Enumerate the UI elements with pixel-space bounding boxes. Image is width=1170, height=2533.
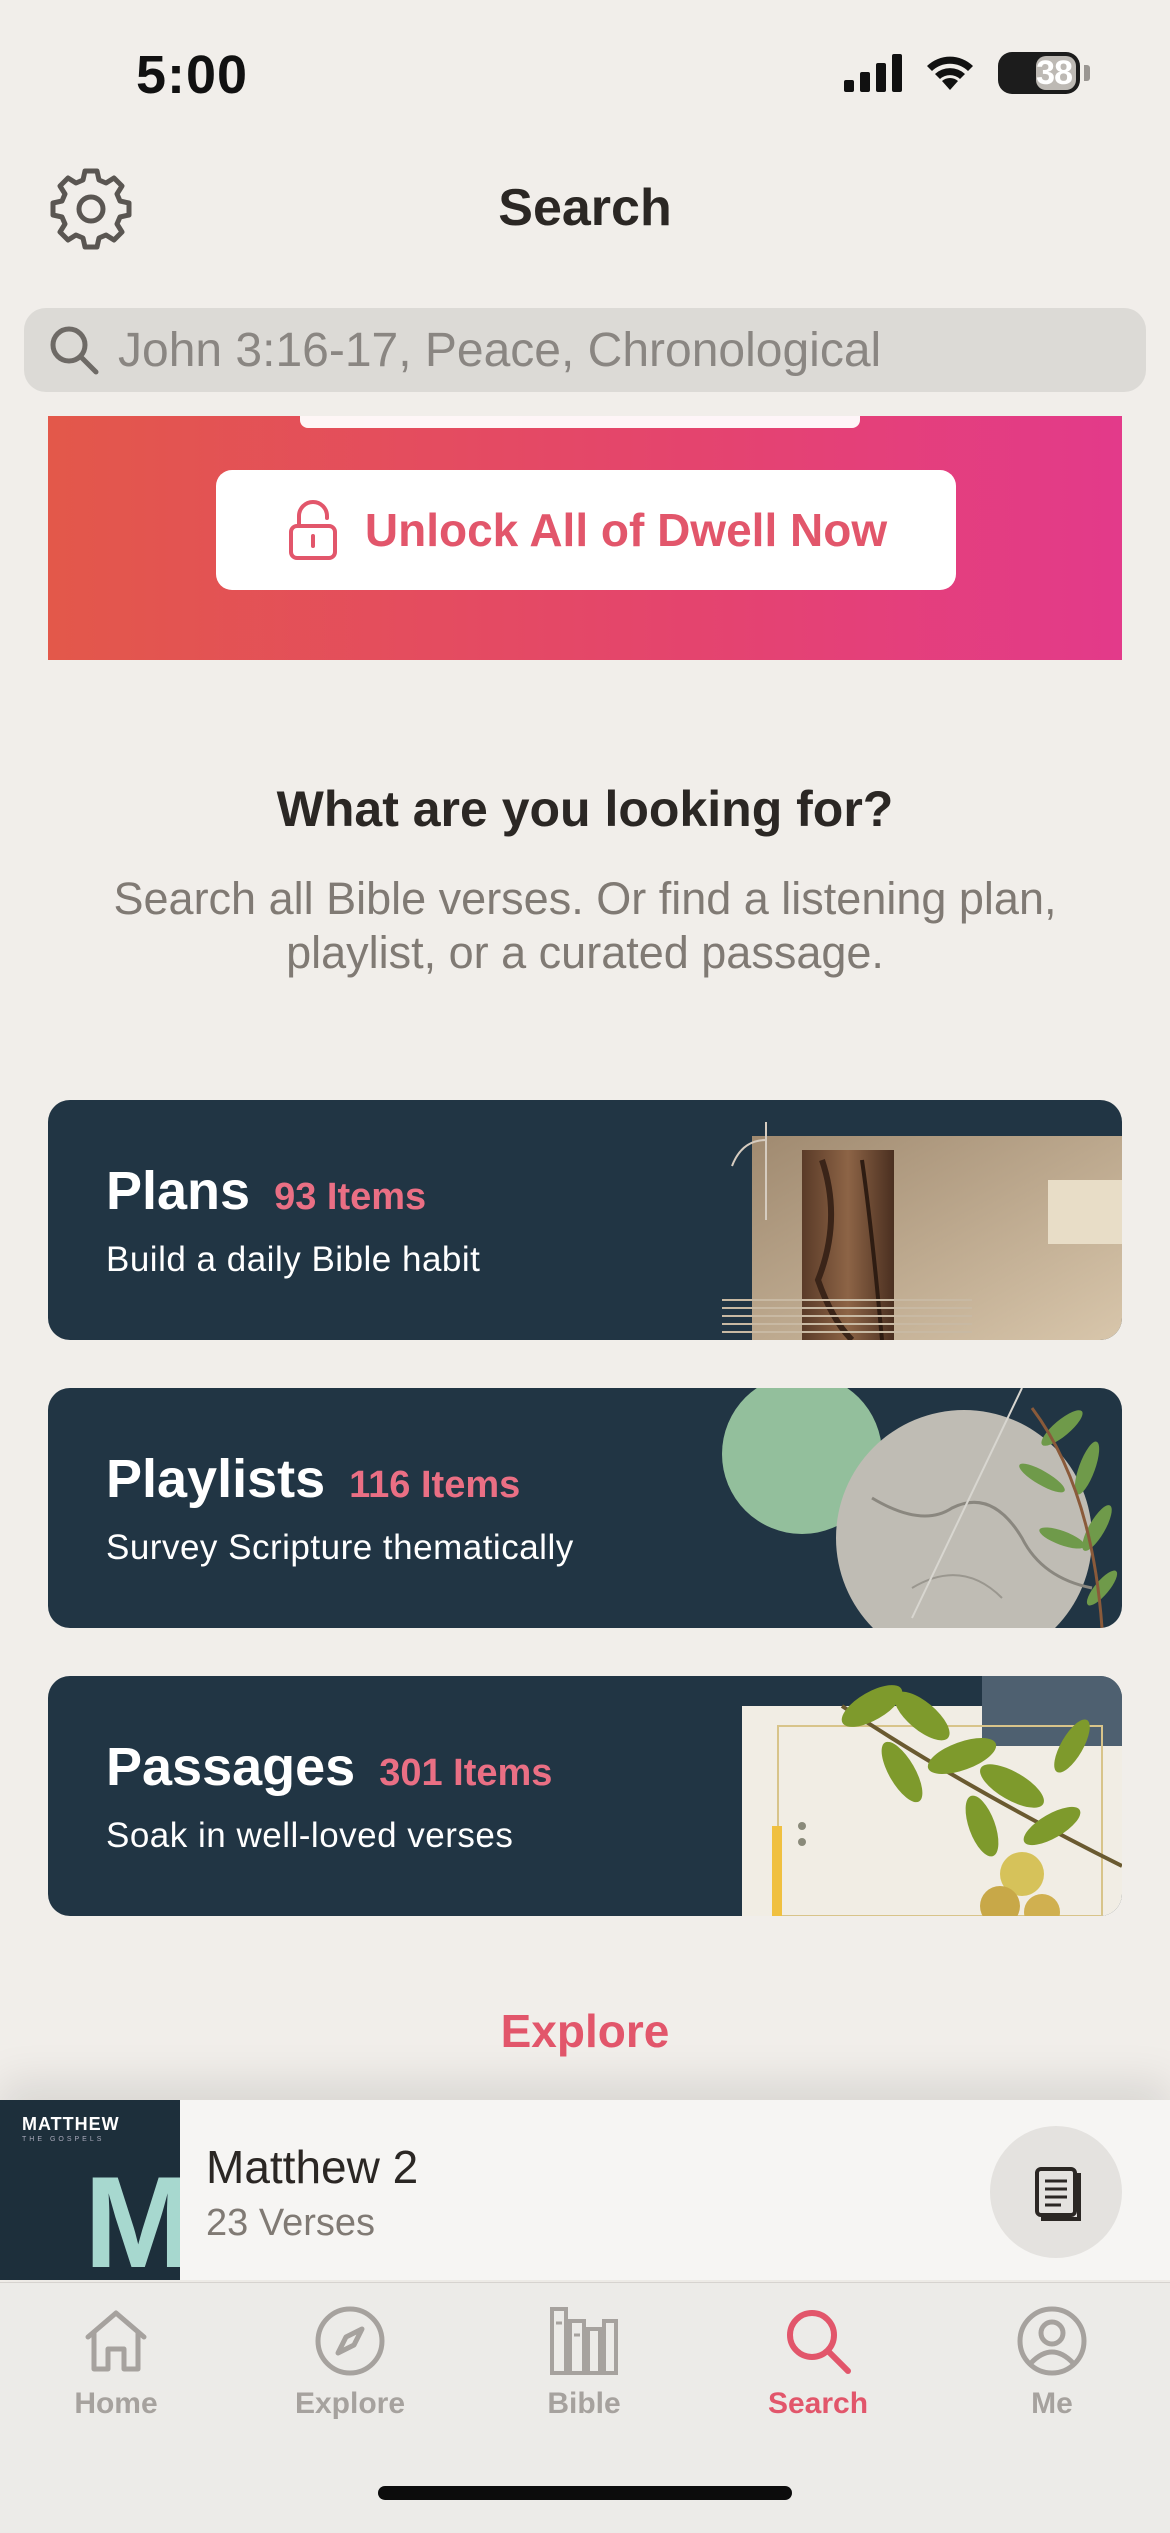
now-playing-title: Matthew 2 [206, 2141, 419, 2193]
now-playing-subtitle: 23 Verses [206, 2202, 375, 2244]
tab-search[interactable]: Search [718, 2303, 918, 2421]
playlists-artwork [722, 1388, 1118, 1628]
search-input[interactable] [116, 321, 1080, 379]
card-title-row: Plans 93 Items [106, 1160, 426, 1222]
card-name: Passages [106, 1737, 356, 1797]
prompt-heading: What are you looking for? [276, 781, 894, 837]
promo-heading-fragment [300, 416, 860, 428]
profile-icon [1017, 2306, 1087, 2376]
tab-label: Search [767, 2387, 869, 2420]
now-playing-bar[interactable]: MATTHEW THE GOSPELS M Matthew 2 23 Verse… [0, 2100, 1170, 2280]
cover-title: MATTHEW [22, 2114, 120, 2134]
unlock-button-label: Unlock All of Dwell Now [364, 504, 888, 556]
tab-me[interactable]: Me [952, 2303, 1152, 2421]
card-count: 301 Items [379, 1752, 553, 1794]
plans-artwork [722, 1122, 1122, 1340]
card-description: Build a daily Bible habit [106, 1240, 481, 1279]
status-time: 5:00 [136, 45, 249, 105]
search-icon [787, 2310, 851, 2374]
tab-label: Me [1031, 2387, 1073, 2420]
battery-cap [1084, 65, 1090, 81]
signal-icon [844, 54, 902, 92]
tab-label: Explore [294, 2387, 406, 2420]
wifi-icon [927, 56, 973, 90]
search-bar[interactable] [24, 308, 1146, 392]
card-name: Plans [106, 1161, 251, 1221]
document-icon [1035, 2167, 1081, 2221]
card-count: 116 Items [349, 1464, 521, 1506]
card-title-row: Passages 301 Items [106, 1736, 552, 1798]
tab-home[interactable]: Home [16, 2303, 216, 2421]
books-icon [550, 2307, 618, 2375]
battery-indicator: 38 [998, 52, 1080, 94]
cover-letter: M [84, 2149, 180, 2280]
cover-subtitle: THE GOSPELS [22, 2136, 105, 2143]
tab-label: Bible [547, 2387, 621, 2420]
search-icon [50, 326, 99, 375]
card-count: 93 Items [274, 1176, 427, 1218]
unlock-dwell-button[interactable]: Unlock All of Dwell Now [216, 470, 956, 590]
card-description: Soak in well-loved verses [106, 1816, 514, 1855]
tab-explore[interactable]: Explore [250, 2303, 450, 2421]
passages-artwork [742, 1676, 1122, 1916]
card-name: Playlists [106, 1449, 326, 1509]
unlock-icon [288, 500, 337, 560]
status-icons: 38 [844, 52, 1090, 94]
tab-label: Home [74, 2387, 158, 2420]
category-card-passages[interactable]: Passages 301 Items Soak in well-loved ve… [48, 1676, 1122, 1916]
home-indicator [378, 2486, 792, 2500]
category-card-plans[interactable]: Plans 93 Items Build a daily Bible habit [48, 1100, 1122, 1340]
prompt-subtitle: Search all Bible verses. Or find a liste… [113, 873, 1057, 978]
reader-button[interactable] [990, 2126, 1122, 2258]
card-description: Survey Scripture thematically [106, 1528, 574, 1567]
battery-level: 38 [1036, 53, 1073, 92]
album-cover: MATTHEW THE GOSPELS M [0, 2100, 180, 2280]
home-icon [85, 2310, 147, 2372]
explore-link[interactable]: Explore [0, 2004, 1170, 2058]
compass-icon [315, 2306, 385, 2376]
tab-bible[interactable]: Bible [484, 2303, 684, 2421]
page-title: Search [498, 179, 672, 237]
category-card-playlists[interactable]: Playlists 116 Items Survey Scripture the… [48, 1388, 1122, 1628]
card-title-row: Playlists 116 Items [106, 1448, 520, 1510]
